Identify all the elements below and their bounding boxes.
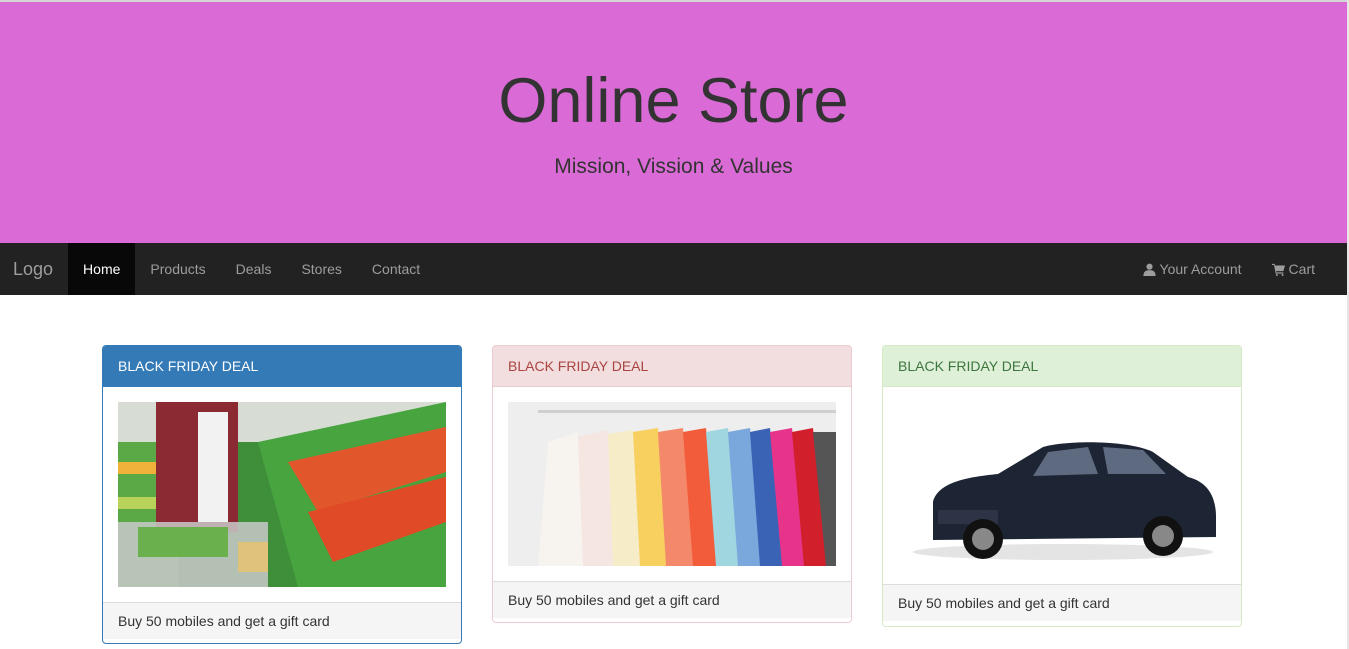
deal-panel-heading: BLACK FRIDAY DEAL — [883, 346, 1241, 387]
nav-item-contact[interactable]: Contact — [357, 243, 435, 295]
page-subtitle: Mission, Vission & Values — [554, 155, 793, 178]
jumbotron-header: Online Store Mission, Vission & Values — [0, 2, 1347, 243]
deal-panel-clothes: BLACK FRIDAY DEAL Buy 50 mobiles and get… — [492, 345, 852, 623]
nav-item-stores[interactable]: Stores — [286, 243, 356, 295]
nav-right-menu: Your Account Cart — [1128, 243, 1347, 295]
shopping-cart-icon — [1271, 263, 1285, 276]
main-navbar: Logo Home Products Deals Stores Contact … — [0, 243, 1347, 295]
deal-panel-car: BLACK FRIDAY DEAL Buy 50 mobiles and get… — [882, 345, 1242, 627]
nav-item-products[interactable]: Products — [135, 243, 220, 295]
deal-panel-body — [493, 387, 851, 581]
deal-panel-grocery: BLACK FRIDAY DEAL Buy 50 mobiles and get… — [102, 345, 462, 644]
deal-panel-heading: BLACK FRIDAY DEAL — [493, 346, 851, 387]
nav-menu: Home Products Deals Stores Contact — [68, 243, 435, 295]
deal-panel-heading: BLACK FRIDAY DEAL — [103, 346, 461, 387]
deal-panel-footer: Buy 50 mobiles and get a gift card — [493, 581, 851, 618]
deal-panel-footer: Buy 50 mobiles and get a gift card — [103, 602, 461, 639]
your-account-link[interactable]: Your Account — [1128, 243, 1257, 295]
user-icon — [1142, 263, 1156, 276]
deal-panel-footer: Buy 50 mobiles and get a gift card — [883, 584, 1241, 621]
car-image — [898, 402, 1226, 569]
nav-item-home[interactable]: Home — [68, 243, 136, 295]
your-account-label: Your Account — [1159, 261, 1242, 277]
cart-label: Cart — [1288, 261, 1315, 277]
deal-panel-body — [883, 387, 1241, 584]
clothes-rack-image — [508, 402, 836, 566]
nav-item-deals[interactable]: Deals — [221, 243, 287, 295]
brand-logo[interactable]: Logo — [0, 243, 68, 295]
grocery-shopping-image — [118, 402, 446, 587]
cart-link[interactable]: Cart — [1257, 243, 1330, 295]
page-title: Online Store — [498, 66, 849, 136]
deal-panel-body — [103, 387, 461, 602]
